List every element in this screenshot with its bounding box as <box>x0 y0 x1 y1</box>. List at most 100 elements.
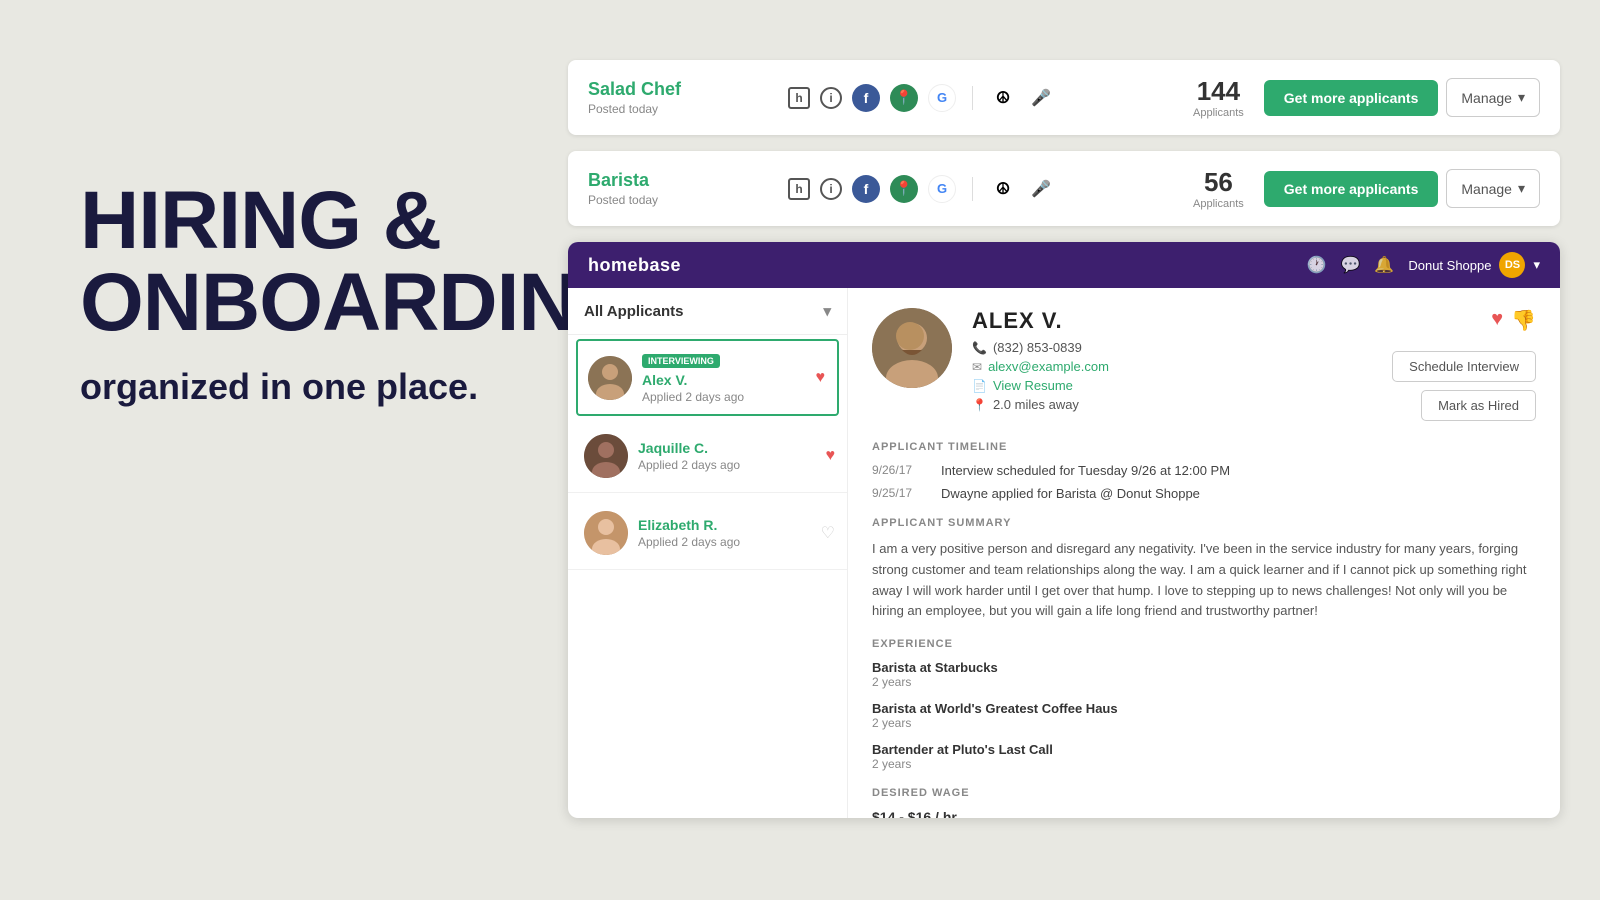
wage-value: $14 - $16 / hr <box>872 809 1536 818</box>
platform-h-icon-1[interactable]: h <box>788 87 810 109</box>
platform-facebook-icon-1[interactable]: f <box>852 84 880 112</box>
platform-google-icon-1[interactable]: G <box>928 84 956 112</box>
hero-title-line1: HIRING & <box>80 175 441 266</box>
applicant-name-jaquille: Jaquille C. <box>638 440 831 456</box>
resume-icon: 📄 <box>972 379 987 393</box>
applicant-item-alex[interactable]: INTERVIEWING Alex V. Applied 2 days ago … <box>576 339 839 416</box>
applicant-info-jaquille: Jaquille C. Applied 2 days ago <box>638 440 831 472</box>
job-card-title-section-1: Salad Chef Posted today <box>588 79 768 116</box>
favorite-alex[interactable]: ♥ <box>816 369 826 387</box>
experience-section-title: EXPERIENCE <box>872 638 1536 650</box>
experience-title-0: Barista at Starbucks <box>872 660 1536 675</box>
homebase-nav-icons: 🕐 💬 🔔 Donut Shoppe DS ▾ <box>1307 252 1540 278</box>
experience-item-2: Bartender at Pluto's Last Call 2 years <box>872 742 1536 771</box>
hero-section: HIRING & ONBOARDING organized in one pla… <box>80 180 560 411</box>
applicant-date-alex: Applied 2 days ago <box>642 390 827 404</box>
applicant-info-elizabeth: Elizabeth R. Applied 2 days ago <box>638 517 831 549</box>
applicant-item-elizabeth[interactable]: Elizabeth R. Applied 2 days ago ♡ <box>568 497 847 570</box>
applicant-info-alex: INTERVIEWING Alex V. Applied 2 days ago <box>642 351 827 404</box>
get-more-applicants-btn-2[interactable]: Get more applicants <box>1264 171 1439 207</box>
experience-item-0: Barista at Starbucks 2 years <box>872 660 1536 689</box>
applicant-detail: ALEX V. 📞 (832) 853-0839 ✉ alexv@example… <box>848 288 1560 818</box>
detail-contact: 📞 (832) 853-0839 ✉ alexv@example.com 📄 V… <box>972 340 1372 412</box>
action-icons: ♥ 👎 <box>1491 308 1536 333</box>
manage-chevron-1: ▾ <box>1518 89 1525 106</box>
applicant-number-1: 144 <box>1193 76 1244 107</box>
platform-h-icon-2[interactable]: h <box>788 178 810 200</box>
platform-i-icon-1[interactable]: i <box>820 87 842 109</box>
manage-btn-2[interactable]: Manage ▾ <box>1446 169 1540 208</box>
status-badge-alex: INTERVIEWING <box>642 354 720 368</box>
mark-hired-button[interactable]: Mark as Hired <box>1421 390 1536 421</box>
experience-title-1: Barista at World's Greatest Coffee Haus <box>872 701 1536 716</box>
homebase-header: homebase 🕐 💬 🔔 Donut Shoppe DS ▾ <box>568 242 1560 288</box>
hero-title: HIRING & ONBOARDING <box>80 180 560 344</box>
platform-mic-icon-2[interactable]: 🎤 <box>1027 175 1055 203</box>
job-card-title-section-2: Barista Posted today <box>588 170 768 207</box>
experience-years-2: 2 years <box>872 757 1536 771</box>
applicant-name-alex: Alex V. <box>642 372 827 388</box>
contact-phone-row: 📞 (832) 853-0839 <box>972 340 1372 355</box>
manage-btn-1[interactable]: Manage ▾ <box>1446 78 1540 117</box>
right-section: Salad Chef Posted today h i f 📍 G ☮ 🎤 14… <box>548 0 1600 900</box>
avatar-alex <box>588 356 632 400</box>
contact-distance: 2.0 miles away <box>993 397 1079 412</box>
detail-name: ALEX V. <box>972 308 1372 334</box>
divider-1 <box>972 86 973 110</box>
experience-item-1: Barista at World's Greatest Coffee Haus … <box>872 701 1536 730</box>
timeline-text-0: Interview scheduled for Tuesday 9/26 at … <box>941 463 1230 478</box>
filter-icon[interactable]: ▾ <box>823 302 831 320</box>
platform-pin-icon-1[interactable]: 📍 <box>890 84 918 112</box>
contact-phone: (832) 853-0839 <box>993 340 1082 355</box>
favorite-elizabeth[interactable]: ♡ <box>821 523 835 543</box>
dislike-button[interactable]: 👎 <box>1511 308 1536 333</box>
job-posted-2: Posted today <box>588 193 768 207</box>
platform-i-icon-2[interactable]: i <box>820 178 842 200</box>
phone-icon: 📞 <box>972 341 987 355</box>
wage-section-title: DESIRED WAGE <box>872 787 1536 799</box>
avatar-jaquille <box>584 434 628 478</box>
homebase-logo: homebase <box>588 255 681 276</box>
platform-peace-icon-2[interactable]: ☮ <box>989 175 1017 203</box>
email-icon: ✉ <box>972 360 982 374</box>
bell-icon[interactable]: 🔔 <box>1374 255 1394 275</box>
timeline-item-0: 9/26/17 Interview scheduled for Tuesday … <box>872 463 1536 478</box>
user-avatar: DS <box>1499 252 1525 278</box>
get-more-applicants-btn-1[interactable]: Get more applicants <box>1264 80 1439 116</box>
clock-icon[interactable]: 🕐 <box>1307 255 1327 275</box>
schedule-interview-button[interactable]: Schedule Interview <box>1392 351 1536 382</box>
divider-2 <box>972 177 973 201</box>
applicant-count-1: 144 Applicants <box>1193 76 1244 119</box>
experience-years-1: 2 years <box>872 716 1536 730</box>
timeline-section-title: APPLICANT TIMELINE <box>872 441 1536 453</box>
contact-resume[interactable]: View Resume <box>993 378 1073 393</box>
platform-peace-icon-1[interactable]: ☮ <box>989 84 1017 112</box>
favorite-jaquille[interactable]: ♥ <box>826 447 836 465</box>
detail-header: ALEX V. 📞 (832) 853-0839 ✉ alexv@example… <box>872 308 1536 421</box>
timeline-text-1: Dwayne applied for Barista @ Donut Shopp… <box>941 486 1200 501</box>
applicant-label-1: Applicants <box>1193 107 1244 119</box>
detail-avatar-alex <box>872 308 952 388</box>
applicant-label-2: Applicants <box>1193 198 1244 210</box>
job-title-1: Salad Chef <box>588 79 768 100</box>
platform-pin-icon-2[interactable]: 📍 <box>890 175 918 203</box>
experience-list: Barista at Starbucks 2 years Barista at … <box>872 660 1536 771</box>
detail-actions: ♥ 👎 Schedule Interview Mark as Hired <box>1392 308 1536 421</box>
experience-years-0: 2 years <box>872 675 1536 689</box>
user-chevron: ▾ <box>1533 257 1540 273</box>
platform-facebook-icon-2[interactable]: f <box>852 175 880 203</box>
platform-mic-icon-1[interactable]: 🎤 <box>1027 84 1055 112</box>
applicants-list: All Applicants ▾ INTERVIEWING Alex <box>568 288 848 818</box>
user-menu[interactable]: Donut Shoppe DS ▾ <box>1408 252 1540 278</box>
like-button[interactable]: ♥ <box>1491 308 1503 333</box>
restaurant-name: Donut Shoppe <box>1408 258 1491 273</box>
detail-info: ALEX V. 📞 (832) 853-0839 ✉ alexv@example… <box>972 308 1372 416</box>
platform-google-icon-2[interactable]: G <box>928 175 956 203</box>
contact-email[interactable]: alexv@example.com <box>988 359 1109 374</box>
manage-label-2: Manage <box>1461 181 1512 197</box>
timeline-date-0: 9/26/17 <box>872 463 927 478</box>
chat-icon[interactable]: 💬 <box>1341 255 1361 275</box>
location-icon: 📍 <box>972 398 987 412</box>
job-card-salad-chef: Salad Chef Posted today h i f 📍 G ☮ 🎤 14… <box>568 60 1560 135</box>
applicant-item-jaquille[interactable]: Jaquille C. Applied 2 days ago ♥ <box>568 420 847 493</box>
